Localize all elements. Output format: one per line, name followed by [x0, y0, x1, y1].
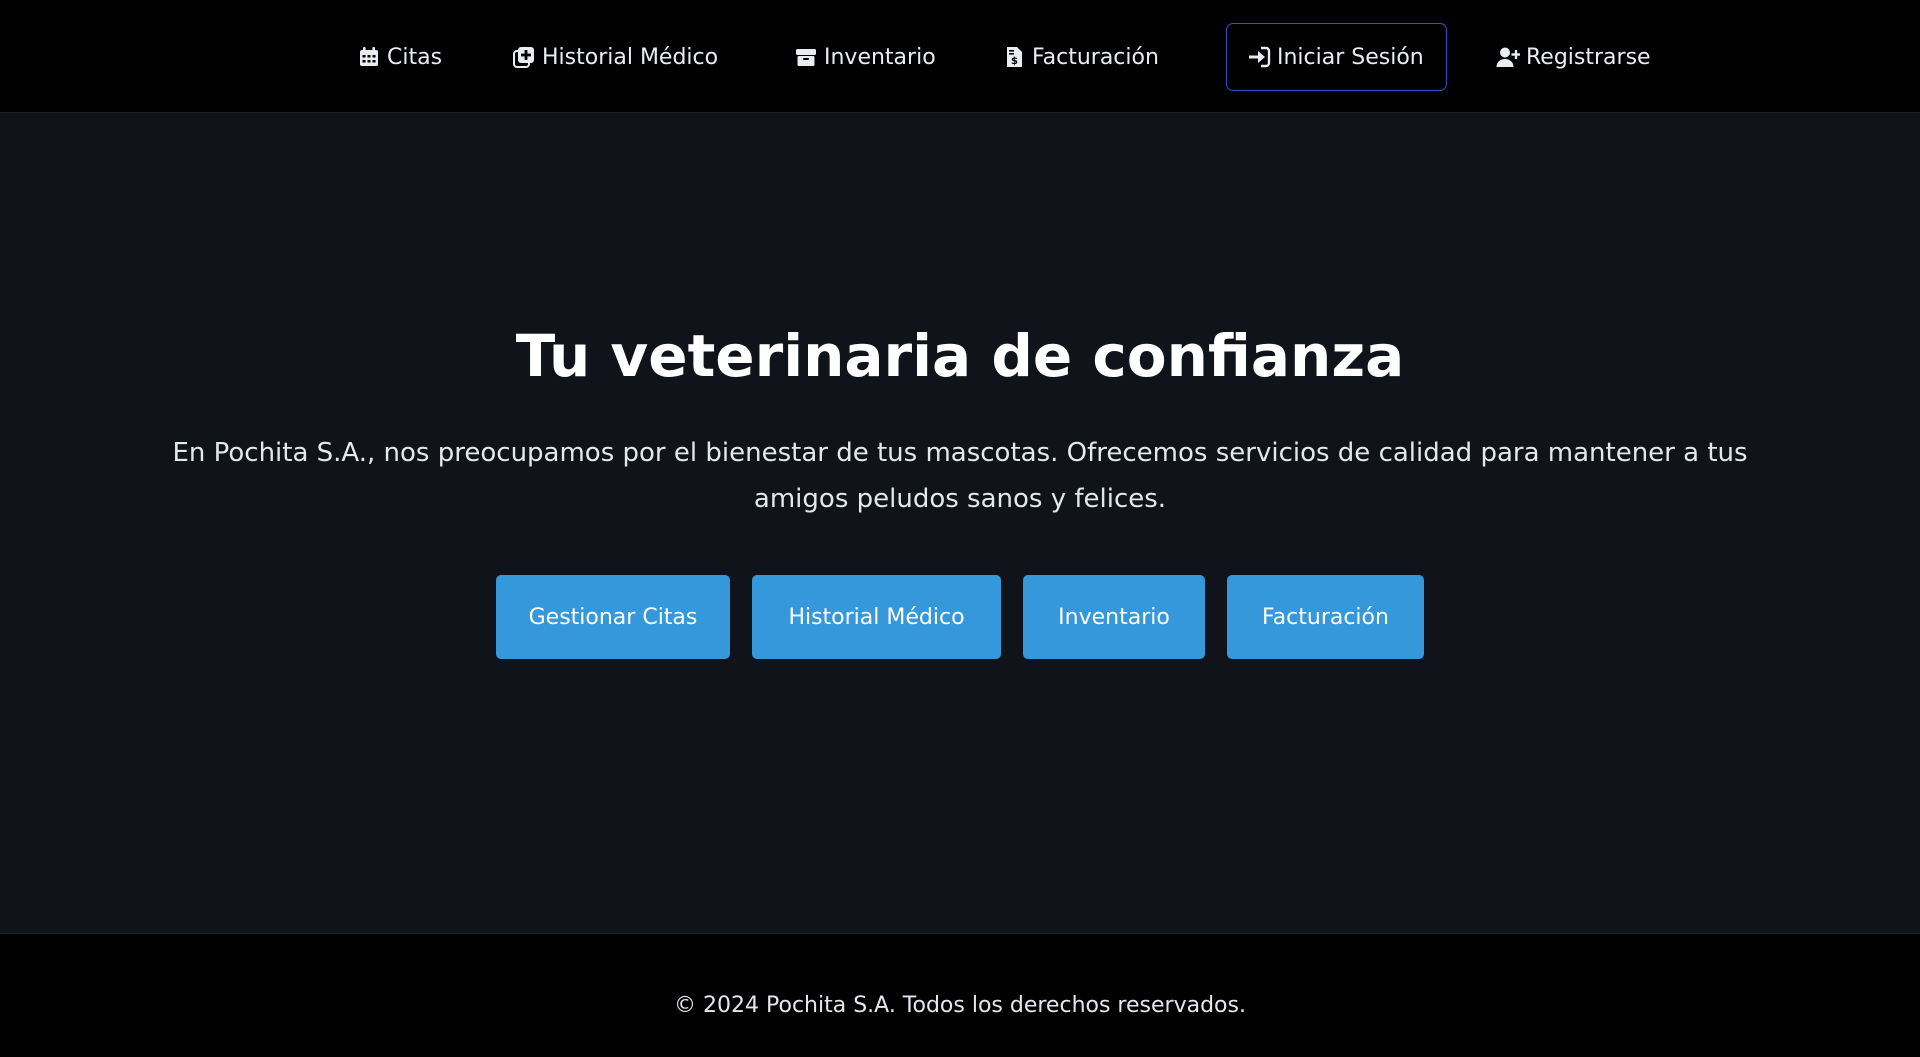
login-button[interactable]: Iniciar Sesión	[1226, 23, 1447, 91]
gestionar-citas-button[interactable]: Gestionar Citas	[496, 575, 730, 659]
svg-text:$: $	[1011, 56, 1018, 67]
nav-item-inventario[interactable]: Inventario	[794, 23, 936, 91]
nav-item-label: Registrarse	[1526, 44, 1651, 70]
nav-item-registrarse[interactable]: Registrarse	[1496, 23, 1651, 91]
nav-item-label: Citas	[387, 44, 443, 70]
sign-in-icon	[1247, 45, 1271, 69]
calendar-icon	[357, 45, 381, 69]
nav-item-label: Historial Médico	[542, 44, 719, 70]
box-icon	[794, 45, 818, 69]
nav-item-citas[interactable]: Citas	[357, 23, 442, 91]
top-navbar: Citas Historial Médico Inventario $ Fact…	[0, 0, 1920, 113]
historial-medico-button[interactable]: Historial Médico	[752, 575, 1001, 659]
login-label: Iniciar Sesión	[1277, 44, 1424, 70]
invoice-icon: $	[1002, 45, 1026, 69]
user-plus-icon	[1496, 45, 1520, 69]
hero-title: Tu veterinaria de confianza	[515, 322, 1405, 390]
copyright-text: © 2024 Pochita S.A. Todos los derechos r…	[674, 993, 1246, 1018]
facturacion-button[interactable]: Facturación	[1227, 575, 1424, 659]
medical-notes-icon	[512, 45, 536, 69]
nav-item-historial-medico[interactable]: Historial Médico	[512, 23, 718, 91]
nav-item-facturacion[interactable]: $ Facturación	[1002, 23, 1159, 91]
nav-item-label: Facturación	[1032, 44, 1159, 70]
nav-item-label: Inventario	[824, 44, 936, 70]
footer: © 2024 Pochita S.A. Todos los derechos r…	[0, 933, 1920, 1057]
inventario-button[interactable]: Inventario	[1023, 575, 1205, 659]
hero-description: En Pochita S.A., nos preocupamos por el …	[172, 438, 1748, 514]
